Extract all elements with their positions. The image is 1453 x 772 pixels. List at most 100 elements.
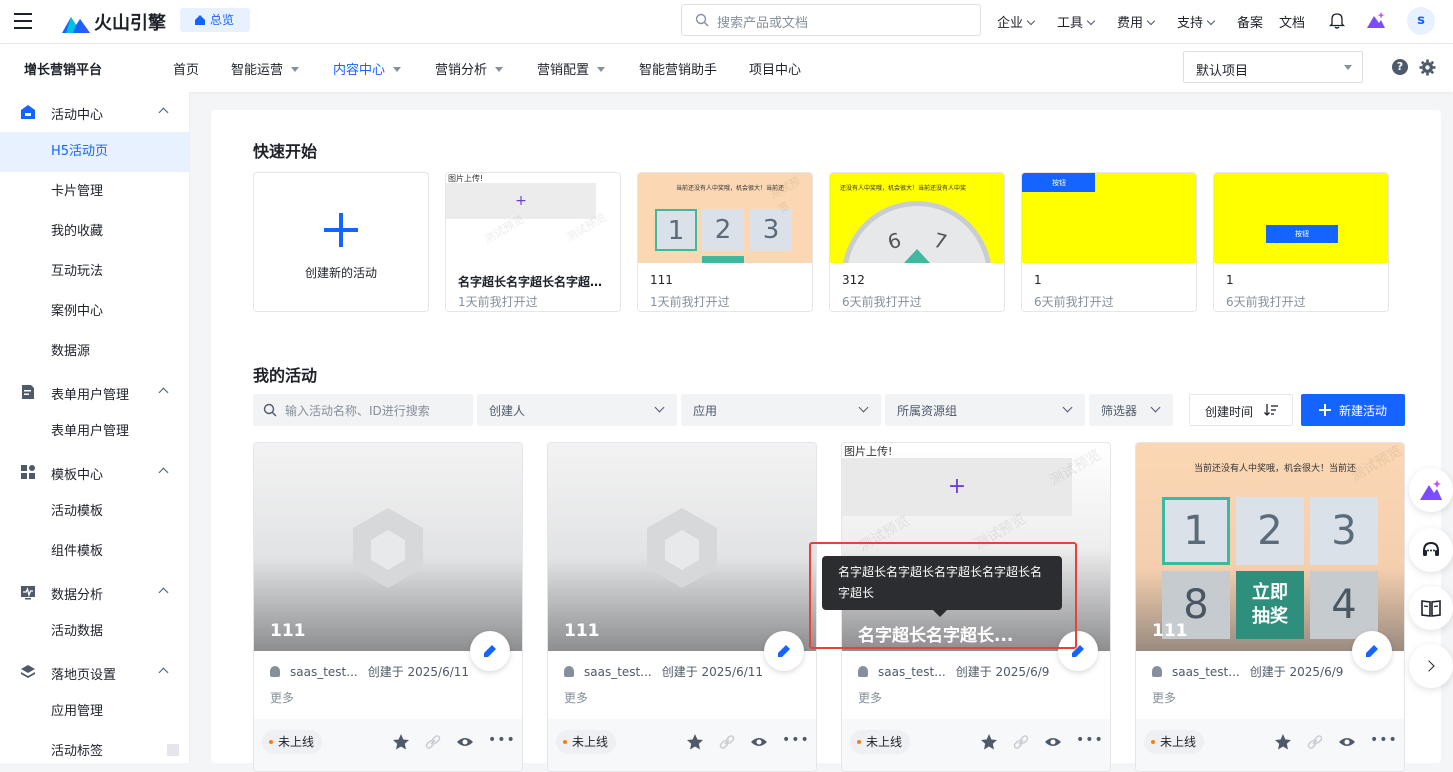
image-upload-placeholder: + bbox=[842, 458, 1072, 516]
sidebar-item-component-templates[interactable]: 组件模板 bbox=[0, 532, 189, 572]
sort-created-time[interactable]: 创建时间 bbox=[1189, 394, 1293, 426]
topnav-filing[interactable]: 备案 bbox=[1237, 12, 1263, 31]
menu-icon[interactable] bbox=[14, 13, 32, 29]
settings-gear-icon[interactable] bbox=[1419, 59, 1436, 76]
chevron-down-icon bbox=[654, 402, 665, 413]
more-options-icon[interactable]: ••• bbox=[782, 733, 809, 751]
link-icon[interactable] bbox=[718, 733, 736, 751]
link-icon[interactable] bbox=[1306, 733, 1324, 751]
preview-eye-icon[interactable] bbox=[1044, 733, 1062, 751]
pencil-icon bbox=[484, 645, 496, 657]
preview-eye-icon[interactable] bbox=[1338, 733, 1356, 751]
sidebar-group-landing[interactable]: 落地页设置 bbox=[0, 652, 189, 692]
filter-resource-group[interactable]: 所属资源组 bbox=[885, 394, 1085, 426]
create-activity-card[interactable]: 创建新的活动 bbox=[253, 172, 429, 312]
edit-button[interactable] bbox=[764, 631, 804, 671]
subnav-content-center[interactable]: 内容中心 bbox=[333, 59, 402, 78]
sidebar-group-data-analysis[interactable]: 数据分析 bbox=[0, 572, 189, 612]
topnav-tools[interactable]: 工具 bbox=[1057, 12, 1096, 31]
more-options-icon[interactable]: ••• bbox=[1076, 733, 1103, 751]
float-support-button[interactable] bbox=[1409, 528, 1453, 572]
sidebar-item-cases[interactable]: 案例中心 bbox=[0, 292, 189, 332]
sidebar-item-form-users[interactable]: 表单用户管理 bbox=[0, 412, 189, 452]
new-activity-button[interactable]: 新建活动 bbox=[1301, 394, 1405, 426]
edit-button[interactable] bbox=[470, 631, 510, 671]
link-icon[interactable] bbox=[1012, 733, 1030, 751]
sidebar-item-app-management[interactable]: 应用管理 bbox=[0, 692, 189, 732]
filter-app[interactable]: 应用 bbox=[681, 394, 881, 426]
subnav-config[interactable]: 营销配置 bbox=[537, 59, 606, 78]
topnav-fees[interactable]: 费用 bbox=[1117, 12, 1156, 31]
float-ai-button[interactable] bbox=[1409, 468, 1453, 512]
filter-selector[interactable]: 筛选器 bbox=[1089, 394, 1173, 426]
quick-start-card[interactable]: 按钮 1 6天前我打开过 bbox=[1213, 172, 1389, 312]
preview-eye-icon[interactable] bbox=[750, 733, 768, 751]
lottery-cell: 1 bbox=[1162, 497, 1230, 565]
bell-icon[interactable] bbox=[1329, 12, 1345, 29]
ai-assistant-icon[interactable] bbox=[1366, 11, 1386, 29]
avatar[interactable]: s bbox=[1407, 7, 1435, 35]
filter-creator[interactable]: 创建人 bbox=[477, 394, 677, 426]
search-input[interactable]: 搜索产品或文档 bbox=[681, 4, 981, 36]
link-icon[interactable] bbox=[424, 733, 442, 751]
sidebar-item-activity-data[interactable]: 活动数据 bbox=[0, 612, 189, 652]
sidebar-item-h5[interactable]: H5活动页 bbox=[0, 132, 189, 172]
sidebar-item-activity-templates[interactable]: 活动模板 bbox=[0, 492, 189, 532]
more-link[interactable]: 更多 bbox=[270, 689, 294, 706]
help-icon[interactable]: ? bbox=[1392, 59, 1408, 75]
float-docs-button[interactable] bbox=[1409, 586, 1453, 630]
star-icon[interactable] bbox=[980, 733, 998, 751]
more-options-icon[interactable]: ••• bbox=[1370, 733, 1397, 751]
home-badge[interactable]: 总览 bbox=[180, 8, 250, 32]
collapse-icon bbox=[158, 107, 169, 118]
lottery-draw-button bbox=[702, 256, 744, 263]
edit-button[interactable] bbox=[1352, 631, 1392, 671]
topnav-support[interactable]: 支持 bbox=[1177, 12, 1216, 31]
subnav-smart-ops[interactable]: 智能运营 bbox=[231, 59, 300, 78]
topnav-docs[interactable]: 文档 bbox=[1279, 12, 1305, 31]
thumb-button: 按钮 bbox=[1022, 173, 1095, 192]
lottery-cell: 2 bbox=[702, 209, 744, 251]
more-options-icon[interactable]: ••• bbox=[488, 733, 515, 751]
sidebar-group-form-users[interactable]: 表单用户管理 bbox=[0, 372, 189, 412]
quick-start-card[interactable]: 还没有人中奖哦，机会很大！当前还没有人中奖 6 7 312 6天前我打开过 bbox=[829, 172, 1005, 312]
sidebar-item-interactive[interactable]: 互动玩法 bbox=[0, 252, 189, 292]
star-icon[interactable] bbox=[1274, 733, 1292, 751]
lottery-cell: 3 bbox=[750, 209, 792, 251]
search-icon bbox=[695, 13, 709, 27]
activity-card[interactable]: 111 saas_test... 创建于 2025/6/11 更多 未上线 ••• bbox=[547, 442, 817, 772]
quick-start-card[interactable]: 按钮 1 6天前我打开过 bbox=[1021, 172, 1197, 312]
more-link[interactable]: 更多 bbox=[564, 689, 588, 706]
float-expand-button[interactable] bbox=[1409, 644, 1453, 688]
sidebar-item-cards[interactable]: 卡片管理 bbox=[0, 172, 189, 212]
topnav-enterprise[interactable]: 企业 bbox=[997, 12, 1036, 31]
subnav-home[interactable]: 首页 bbox=[173, 59, 199, 78]
project-select[interactable]: 默认项目 bbox=[1183, 51, 1363, 83]
quick-start-card[interactable]: 图片上传! + 测试预览 测试预览 名字超长名字超长名字超长... 1天前我打开… bbox=[445, 172, 621, 312]
subnav-projects[interactable]: 项目中心 bbox=[749, 59, 801, 78]
sidebar-item-activity-tags[interactable]: 活动标签 bbox=[0, 732, 189, 763]
my-activities-title: 我的活动 bbox=[253, 366, 318, 385]
subnav-analysis[interactable]: 营销分析 bbox=[435, 59, 504, 78]
sidebar-group-templates[interactable]: 模板中心 bbox=[0, 452, 189, 492]
preview-eye-icon[interactable] bbox=[456, 733, 474, 751]
sidebar-scroll-handle[interactable] bbox=[167, 744, 179, 756]
subnav-assistant[interactable]: 智能营销助手 bbox=[639, 59, 717, 78]
sidebar: 活动中心 H5活动页 卡片管理 我的收藏 互动玩法 案例中心 数据源 表单用户管… bbox=[0, 92, 190, 763]
collapse-icon bbox=[158, 667, 169, 678]
star-icon[interactable] bbox=[686, 733, 704, 751]
sidebar-group-activity-center[interactable]: 活动中心 bbox=[0, 92, 189, 132]
lottery-cell: 2 bbox=[1236, 497, 1304, 565]
activity-card[interactable]: 当前还没有人中奖哦，机会很大！当前还 1 2 3 8 立即抽奖 4 测试预览 1… bbox=[1135, 442, 1405, 772]
star-icon[interactable] bbox=[392, 733, 410, 751]
sidebar-item-favorites[interactable]: 我的收藏 bbox=[0, 212, 189, 252]
activity-card[interactable]: 111 saas_test... 创建于 2025/6/11 更多 未上线 ••• bbox=[253, 442, 523, 772]
more-link[interactable]: 更多 bbox=[1152, 689, 1176, 706]
sidebar-item-datasource[interactable]: 数据源 bbox=[0, 332, 189, 372]
brand-logo[interactable]: 火山引擎 bbox=[62, 9, 166, 35]
quick-start-card[interactable]: 当前还没有人中奖哦，机会很大！当前还 1 2 3 测试预览 111 1天前我打开… bbox=[637, 172, 813, 312]
placeholder-cube-icon bbox=[353, 508, 423, 588]
more-link[interactable]: 更多 bbox=[858, 689, 882, 706]
activity-search-input[interactable]: 输入活动名称、ID进行搜索 bbox=[253, 394, 473, 426]
sub-nav: 增长营销平台 首页 智能运营 内容中心 营销分析 营销配置 智能营销助手 项目中… bbox=[0, 44, 1453, 92]
